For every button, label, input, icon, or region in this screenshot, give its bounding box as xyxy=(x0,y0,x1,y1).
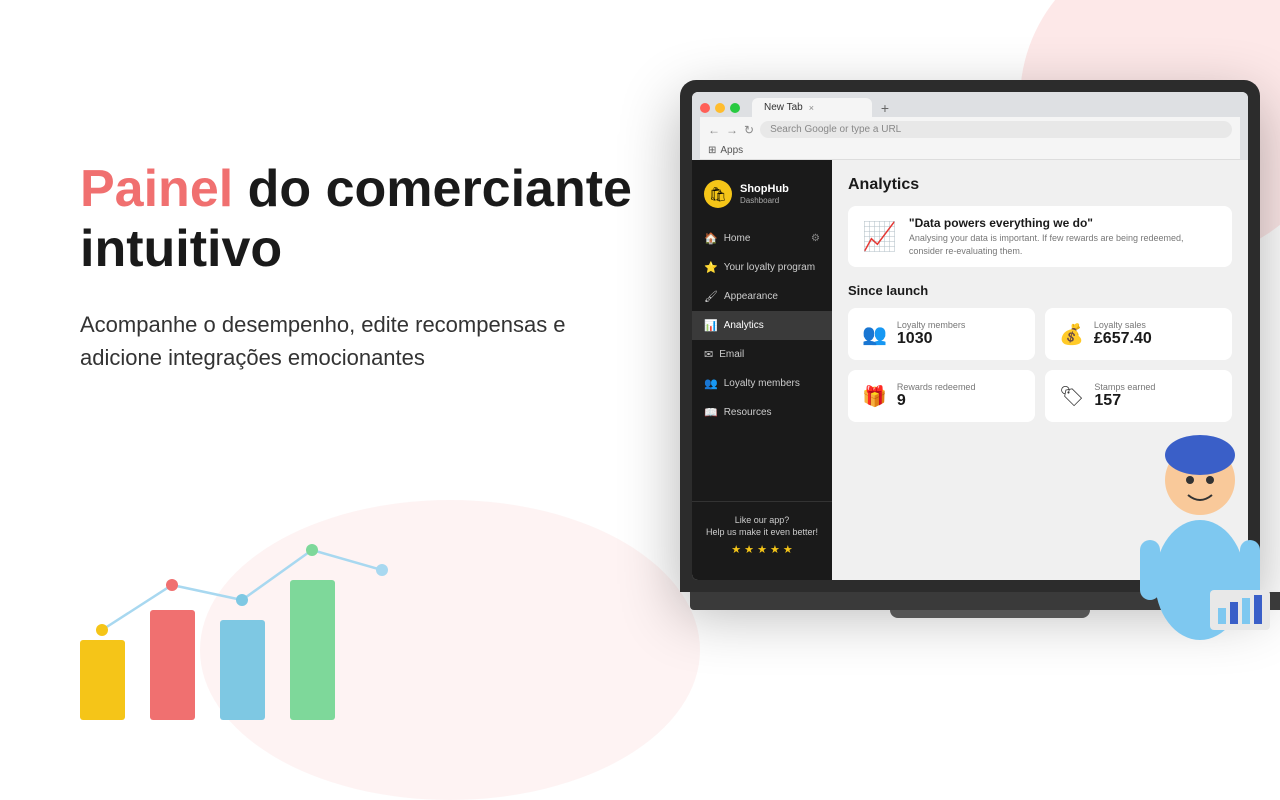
logo-name: ShopHub xyxy=(740,183,789,196)
minimize-dot[interactable] xyxy=(715,103,725,113)
analytics-section-title: Analytics xyxy=(848,176,1232,194)
resources-icon: 📖 xyxy=(704,406,718,419)
sidebar-cta-line1: Like our app? xyxy=(704,514,820,527)
rewards-redeemed-label: Rewards redeemed xyxy=(897,382,976,392)
rewards-redeemed-value: 9 xyxy=(897,392,976,410)
analytics-banner: 📈 "Data powers everything we do" Analysi… xyxy=(848,206,1232,267)
person-illustration xyxy=(1110,380,1280,660)
stamps-earned-icon: 🏷 xyxy=(1059,384,1084,409)
forward-button[interactable]: → xyxy=(726,123,738,137)
address-bar-input[interactable]: Search Google or type a URL xyxy=(760,121,1232,138)
sidebar-members-label: Loyalty members xyxy=(724,378,800,389)
apps-bar: ⊞ Apps xyxy=(700,142,1240,160)
analytics-icon: 📊 xyxy=(704,319,718,332)
tab-label: New Tab xyxy=(764,102,803,113)
apps-grid-icon: ⊞ xyxy=(708,145,716,156)
browser-chrome: New Tab × + ← → ↻ Search Google or type … xyxy=(692,92,1248,160)
banner-text-block: "Data powers everything we do" Analysing… xyxy=(909,216,1218,257)
sidebar-analytics-label: Analytics xyxy=(724,320,764,331)
back-button[interactable]: ← xyxy=(708,123,720,137)
since-launch-label: Since launch xyxy=(848,283,1232,298)
members-icon: 👥 xyxy=(704,377,718,390)
sidebar-item-resources[interactable]: 📖 Resources xyxy=(692,398,832,427)
headline-highlight: Painel xyxy=(80,160,233,218)
appearance-icon: 🖌 xyxy=(704,290,718,303)
apps-label: Apps xyxy=(720,145,743,156)
subtext: Acompanhe o desempenho, edite recompensa… xyxy=(80,308,620,374)
home-icon: 🏠 xyxy=(704,232,718,245)
rewards-redeemed-icon: 🎁 xyxy=(862,384,887,409)
maximize-dot[interactable] xyxy=(730,103,740,113)
sidebar-home-label: Home xyxy=(724,233,751,244)
logo-icon: 🛍 xyxy=(704,180,732,208)
sidebar-bottom: Like our app? Help us make it even bette… xyxy=(692,501,832,568)
sidebar-appearance-label: Appearance xyxy=(724,291,778,302)
headline-block: Painel do comerciante intuitivo Acompanh… xyxy=(80,160,640,374)
sidebar-email-label: Email xyxy=(719,349,744,360)
main-headline: Painel do comerciante intuitivo xyxy=(80,160,640,280)
logo-area: 🛍 ShopHub Dashboard xyxy=(692,172,832,224)
close-dot[interactable] xyxy=(700,103,710,113)
banner-chart-icon: 📈 xyxy=(862,220,897,253)
loyalty-sales-value: £657.40 xyxy=(1094,330,1152,348)
sidebar-item-members[interactable]: 👥 Loyalty members xyxy=(692,369,832,398)
sidebar-loyalty-label: Your loyalty program xyxy=(724,262,815,273)
loyalty-icon: ⭐ xyxy=(704,261,718,274)
browser-tabs-row: New Tab × + xyxy=(700,98,1240,117)
banner-desc: Analysing your data is important. If few… xyxy=(909,232,1218,257)
loyalty-members-value: 1030 xyxy=(897,330,966,348)
loyalty-members-label: Loyalty members xyxy=(897,320,966,330)
tab-close-button[interactable]: × xyxy=(809,103,814,113)
stat-card-loyalty-members: 👥 Loyalty members 1030 xyxy=(848,308,1035,360)
stat-card-loyalty-sales: 💰 Loyalty sales £657.40 xyxy=(1045,308,1232,360)
sidebar-item-analytics[interactable]: 📊 Analytics xyxy=(692,311,832,340)
sidebar-item-appearance[interactable]: 🖌 Appearance xyxy=(692,282,832,311)
loyalty-sales-icon: 💰 xyxy=(1059,322,1084,347)
banner-quote: "Data powers everything we do" xyxy=(909,216,1218,230)
loyalty-sales-label: Loyalty sales xyxy=(1094,320,1152,330)
sidebar-item-home[interactable]: 🏠 Home ⚙ xyxy=(692,224,832,253)
sidebar-item-loyalty[interactable]: ⭐ Your loyalty program xyxy=(692,253,832,282)
window-controls xyxy=(700,103,740,113)
chart-illustration xyxy=(60,520,440,720)
logo-text-block: ShopHub Dashboard xyxy=(740,183,789,205)
logo-sub: Dashboard xyxy=(740,196,789,205)
new-tab-button[interactable]: + xyxy=(876,99,894,117)
loyalty-members-icon: 👥 xyxy=(862,322,887,347)
sidebar-item-email[interactable]: ✉ Email xyxy=(692,340,832,369)
sidebar-cta-line2: Help us make it even better! xyxy=(704,526,820,539)
refresh-button[interactable]: ↻ xyxy=(744,123,754,137)
gear-icon[interactable]: ⚙ xyxy=(811,233,820,244)
email-icon: ✉ xyxy=(704,348,713,361)
browser-address-bar: ← → ↻ Search Google or type a URL xyxy=(700,117,1240,142)
sidebar-resources-label: Resources xyxy=(724,407,772,418)
browser-tab-active[interactable]: New Tab × xyxy=(752,98,872,117)
laptop-stand xyxy=(890,610,1090,618)
stat-card-rewards-redeemed: 🎁 Rewards redeemed 9 xyxy=(848,370,1035,422)
app-sidebar: 🛍 ShopHub Dashboard 🏠 Home ⚙ xyxy=(692,160,832,580)
star-rating[interactable]: ★ ★ ★ ★ ★ xyxy=(704,543,820,556)
